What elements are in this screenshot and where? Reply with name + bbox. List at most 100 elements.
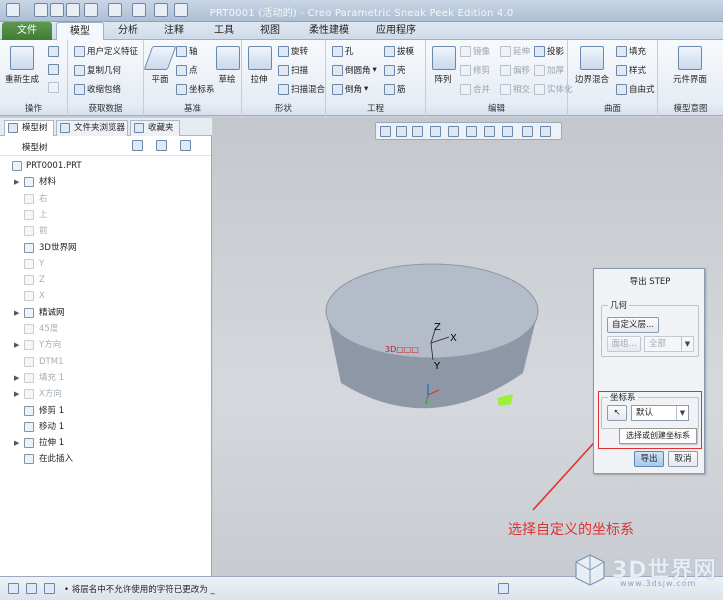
expand-arrow-icon[interactable]: ▶ [14,370,19,386]
point-button[interactable]: 点 [176,64,198,76]
thicken-button[interactable]: 加厚 [534,64,564,76]
pattern-big-icon[interactable] [432,46,456,70]
tree-item[interactable]: ▶ 精诚网 [0,305,211,321]
tree-item-label: Y [39,258,45,269]
user-defined-feature-button[interactable]: 用户定义特征 [74,45,138,57]
tab-folder-browser[interactable]: 文件夹浏览器 [56,120,128,136]
custom-layer-button[interactable]: 自定义层... [607,317,659,333]
tree-item[interactable]: Z [0,272,211,288]
tree-item[interactable]: PRT0001.PRT [0,158,211,174]
extend-button[interactable]: 延伸 [500,45,530,57]
export-button[interactable]: 导出 [634,451,664,467]
chamfer-button[interactable]: 倒角 ▾ [332,83,368,95]
tab-applications[interactable]: 应用程序 [364,22,428,40]
copy-geometry-button[interactable]: 复制几何 [74,64,121,76]
find-icon[interactable] [498,583,509,594]
tab-analysis[interactable]: 分析 [106,22,150,40]
axis-button[interactable]: 轴 [176,45,198,57]
draft-button[interactable]: 拔模 [384,45,414,57]
extrude-big-icon[interactable] [248,46,272,70]
expand-arrow-icon[interactable]: ▶ [14,174,19,190]
tree-item[interactable]: 3D世界网 [0,240,211,256]
tree-item[interactable]: 上 [0,207,211,223]
tab-tools[interactable]: 工具 [202,22,246,40]
intersect-button[interactable]: 相交 [500,83,530,95]
component-interface-label[interactable]: 元件界面 [660,73,720,85]
hole-button[interactable]: 孔 [332,45,354,57]
paste-icon[interactable] [48,64,59,75]
tab-file[interactable]: 文件 [2,22,52,40]
tree-item[interactable]: 45度 [0,321,211,337]
chamfer-dropdown-icon[interactable]: ▾ [364,84,368,94]
tree-item[interactable]: DTM1 [0,354,211,370]
round-dropdown-icon[interactable]: ▾ [373,65,377,75]
tree-item[interactable]: ▶ X方向 [0,386,211,402]
round-button[interactable]: 倒圆角 ▾ [332,64,377,76]
tab-view[interactable]: 视图 [248,22,292,40]
regenerate-label[interactable]: 重新生成 [2,73,42,85]
plane-label[interactable]: 平面 [146,73,174,85]
solidify-button[interactable]: 实体化 [534,83,573,95]
sketch-big-icon[interactable] [216,46,240,70]
feature-icon [24,389,34,400]
tree-item[interactable]: 修剪 1 [0,403,211,419]
browser-icon[interactable] [26,583,37,594]
quilt-button[interactable]: 面组... [607,336,641,352]
delete-icon[interactable] [48,82,59,93]
fill-button[interactable]: 填充 [616,45,646,57]
tree-item[interactable]: ▶ 填充 1 [0,370,211,386]
copy-icon[interactable] [48,46,59,57]
cube-logo-icon [575,554,605,586]
sweep-button[interactable]: 扫描 [278,64,308,76]
pattern-label[interactable]: 阵列 [428,73,458,85]
swept-blend-button[interactable]: 扫描混合 [278,83,325,95]
geometry-select[interactable]: 全部 ▼ [644,336,694,352]
filter-icon[interactable] [180,140,191,151]
tree-item[interactable]: X [0,288,211,304]
mirror-button[interactable]: 镜像 [460,45,490,57]
tree-item[interactable]: ▶ 拉伸 1 [0,435,211,451]
cancel-button[interactable]: 取消 [668,451,698,467]
csys-button[interactable]: 坐标系 [176,83,215,95]
boundary-blend-label[interactable]: 边界混合 [570,73,614,85]
project-button[interactable]: 投影 [534,45,564,57]
tree-item[interactable]: 前 [0,223,211,239]
extrude-label[interactable]: 拉伸 [244,73,274,85]
tree-item[interactable]: 移动 1 [0,419,211,435]
show-icon[interactable] [156,140,167,151]
style-button[interactable]: 样式 [616,64,646,76]
expand-arrow-icon[interactable]: ▶ [14,386,19,402]
tab-model[interactable]: 模型 [56,22,104,40]
settings-icon[interactable] [132,140,143,151]
udf-label: 用户定义特征 [87,47,139,57]
expand-arrow-icon[interactable]: ▶ [14,337,19,353]
tab-favorites[interactable]: 收藏夹 [130,120,180,136]
shell-button[interactable]: 壳 [384,64,406,76]
expand-arrow-icon[interactable]: ▶ [14,435,19,451]
boundary-blend-big-icon[interactable] [580,46,604,70]
plane-big-icon[interactable] [143,46,177,70]
trim-icon [460,64,471,76]
freestyle-button[interactable]: 自由式 [616,83,655,95]
tab-flexible-modeling[interactable]: 柔性建模 [298,22,360,40]
regenerate-big-icon[interactable] [10,46,34,70]
tree-item[interactable]: Y [0,256,211,272]
offset-button[interactable]: 偏移 [500,64,530,76]
watermark-url: www.3dsjw.com [620,579,697,588]
expand-arrow-icon[interactable]: ▶ [14,305,19,321]
tab-model-tree[interactable]: 模型树 [4,120,54,136]
sketch-label[interactable]: 草绘 [212,73,242,85]
tree-item[interactable]: 右 [0,191,211,207]
tree-item[interactable]: ▶ 材料 [0,174,211,190]
shrinkwrap-button[interactable]: 收缩包络 [74,83,121,95]
component-interface-big-icon[interactable] [678,46,702,70]
fullscreen-icon[interactable] [44,583,55,594]
merge-button[interactable]: 合并 [460,83,490,95]
rib-button[interactable]: 筋 [384,83,406,95]
tree-item[interactable]: 在此插入 [0,451,211,467]
revolve-button[interactable]: 旋转 [278,45,308,57]
tab-annotate[interactable]: 注释 [152,22,196,40]
trim-button[interactable]: 修剪 [460,64,490,76]
tree-item[interactable]: ▶ Y方向 [0,337,211,353]
navigator-icon[interactable] [8,583,19,594]
